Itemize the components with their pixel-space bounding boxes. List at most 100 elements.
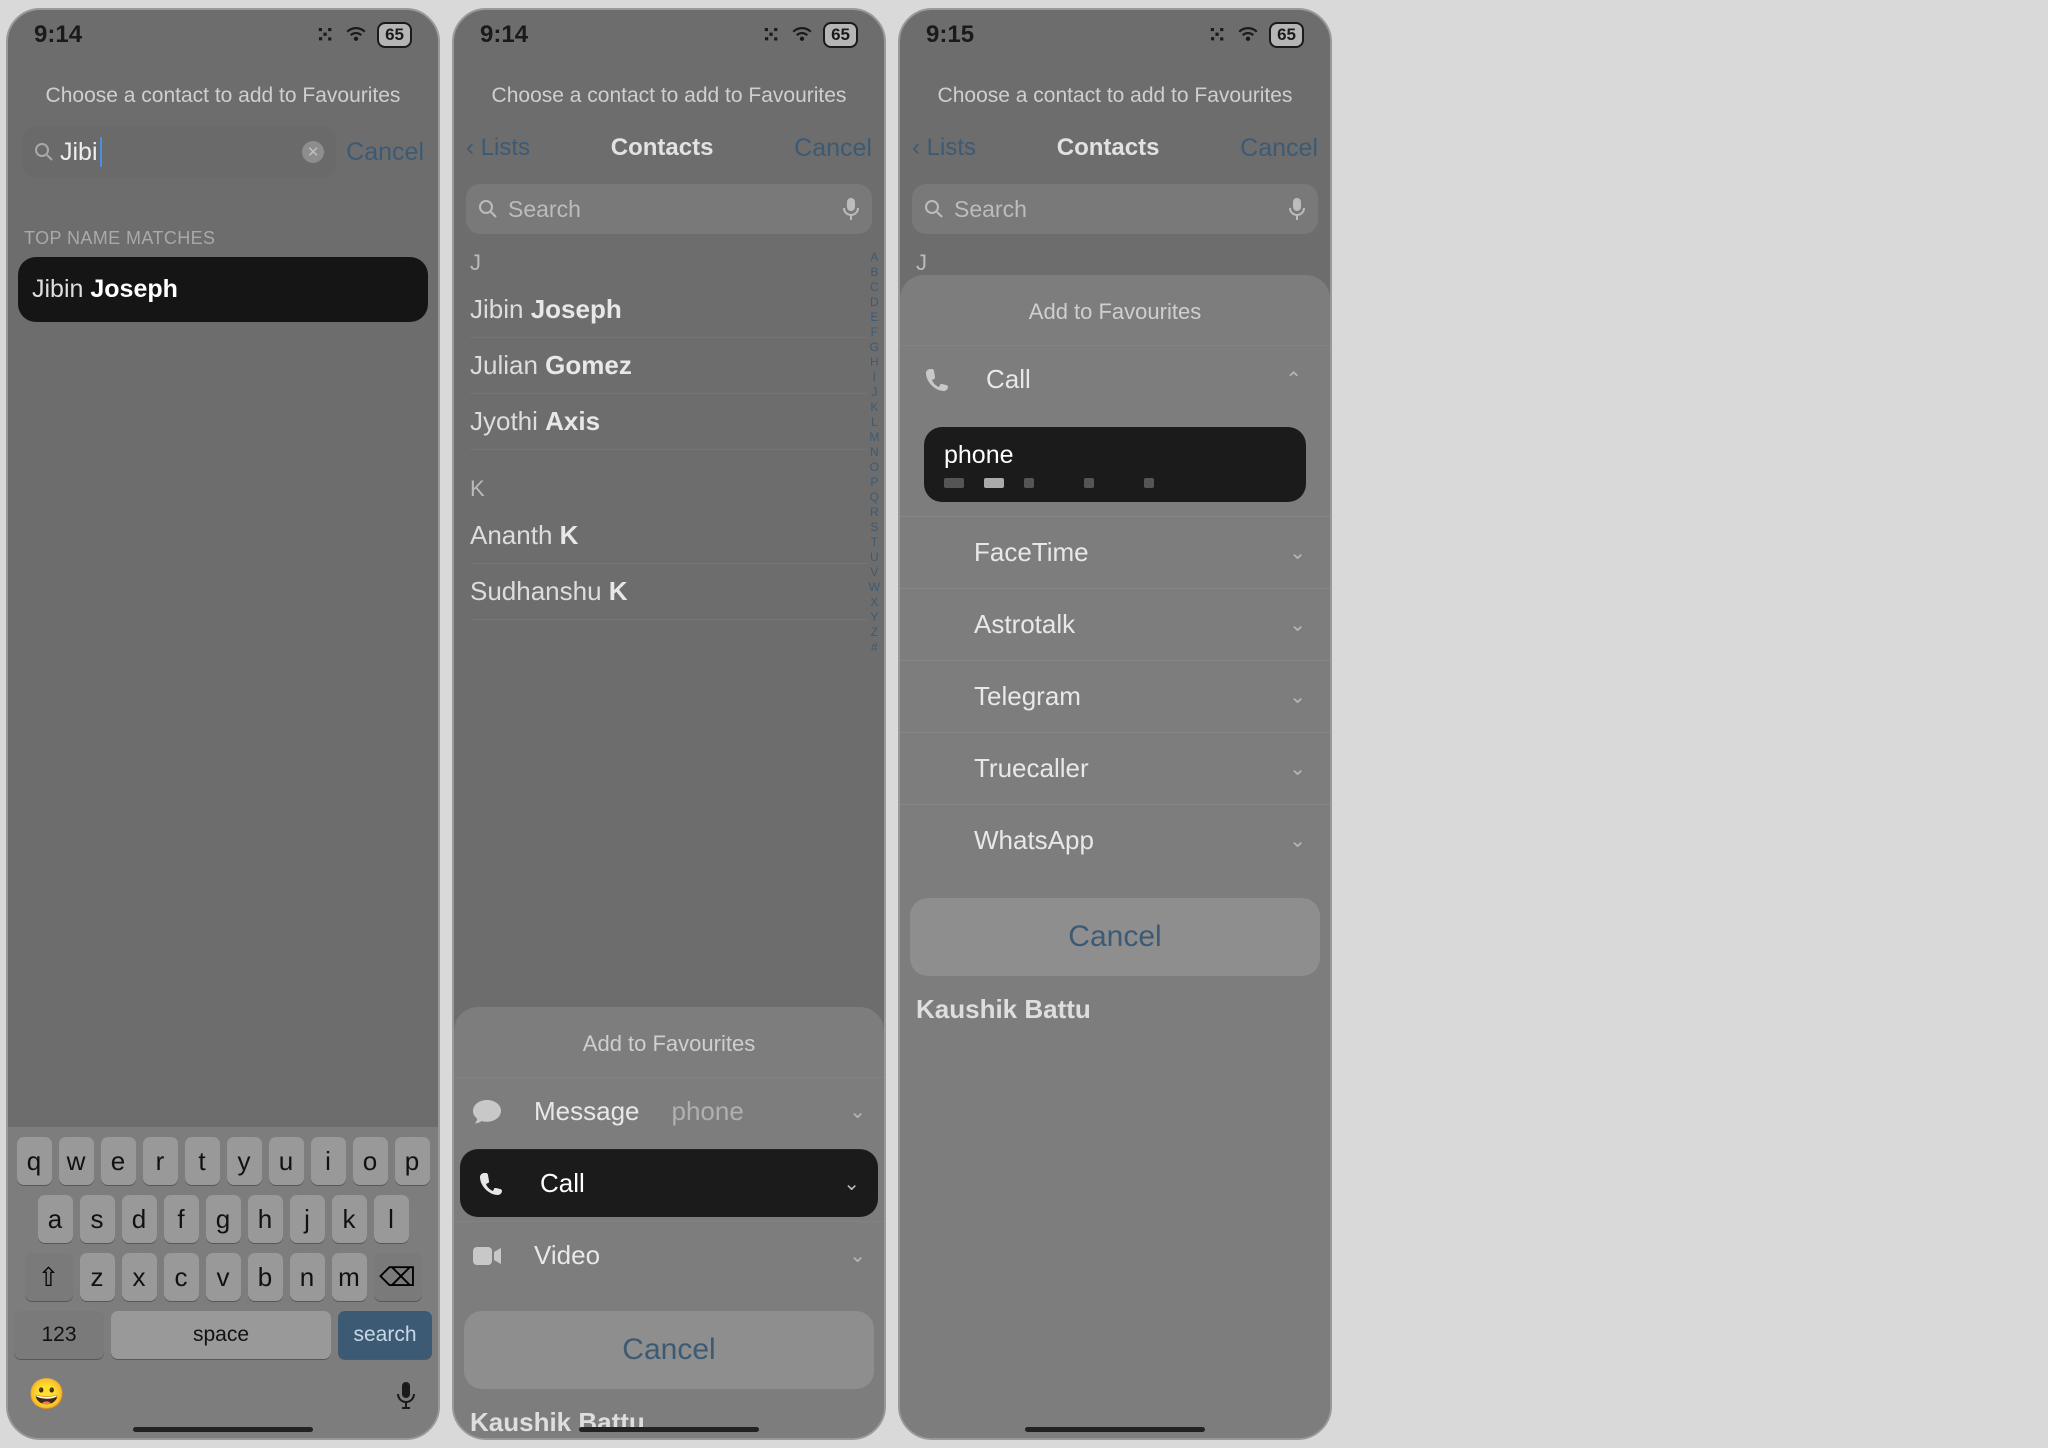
search-key[interactable]: search bbox=[338, 1311, 432, 1359]
dictation-icon[interactable] bbox=[394, 1380, 418, 1410]
key-b[interactable]: b bbox=[248, 1253, 283, 1301]
key-q[interactable]: q bbox=[17, 1137, 52, 1185]
search-placeholder: Search bbox=[508, 196, 581, 223]
contact-row[interactable]: Ananth K bbox=[470, 508, 868, 564]
contact-row[interactable]: Sudhanshu K bbox=[470, 564, 868, 620]
back-button[interactable]: ‹ Lists bbox=[912, 134, 976, 162]
emoji-icon[interactable]: 😀 bbox=[28, 1377, 65, 1412]
key-h[interactable]: h bbox=[248, 1195, 283, 1243]
cancel-button[interactable]: Cancel bbox=[346, 138, 424, 167]
call-row[interactable]: Call ⌃ bbox=[900, 345, 1330, 413]
home-indicator[interactable] bbox=[133, 1427, 313, 1432]
dictation-icon[interactable] bbox=[1288, 197, 1306, 221]
wifi-icon bbox=[1237, 27, 1259, 43]
dictation-icon[interactable] bbox=[842, 197, 860, 221]
key-j[interactable]: j bbox=[290, 1195, 325, 1243]
provider-telegram[interactable]: Telegram⌄ bbox=[900, 660, 1330, 732]
key-m[interactable]: m bbox=[332, 1253, 367, 1301]
phone-icon bbox=[924, 367, 958, 393]
contact-row[interactable]: Jibin Joseph bbox=[470, 282, 868, 338]
key-t[interactable]: t bbox=[185, 1137, 220, 1185]
cellular-icon: ⁙ bbox=[761, 21, 781, 50]
wifi-icon bbox=[791, 27, 813, 43]
redacted-number bbox=[944, 478, 1286, 488]
search-result[interactable]: Jibin Joseph bbox=[18, 257, 428, 322]
keyboard: qwertyuiop asdfghjkl ⇧ zxcvbnm ⌫ 123 spa… bbox=[8, 1127, 438, 1438]
kb-row-2: asdfghjkl bbox=[14, 1195, 432, 1243]
video-row[interactable]: Video ⌄ bbox=[454, 1221, 884, 1289]
call-providers: FaceTime⌄ Astrotalk⌄ Telegram⌄ Truecalle… bbox=[900, 516, 1330, 876]
battery-icon: 65 bbox=[1269, 22, 1304, 48]
key-i[interactable]: i bbox=[311, 1137, 346, 1185]
status-bar: 9:14 ⁙ 65 bbox=[454, 10, 884, 60]
search-value: Jibi bbox=[60, 138, 98, 167]
home-indicator[interactable] bbox=[579, 1427, 759, 1432]
sheet-cancel-button[interactable]: Cancel bbox=[464, 1311, 874, 1389]
contact-row[interactable]: Jyothi Axis bbox=[470, 394, 868, 450]
sheet-header: Add to Favourites bbox=[900, 299, 1330, 325]
key-v[interactable]: v bbox=[206, 1253, 241, 1301]
key-r[interactable]: r bbox=[143, 1137, 178, 1185]
call-row[interactable]: Call ⌄ bbox=[460, 1149, 878, 1217]
chevron-down-icon: ⌄ bbox=[1289, 756, 1330, 781]
key-p[interactable]: p bbox=[395, 1137, 430, 1185]
key-e[interactable]: e bbox=[101, 1137, 136, 1185]
status-bar: 9:15 ⁙ 65 bbox=[900, 10, 1330, 60]
clock: 9:14 bbox=[34, 21, 82, 49]
chevron-down-icon: ⌄ bbox=[1289, 540, 1330, 565]
key-x[interactable]: x bbox=[122, 1253, 157, 1301]
shift-key[interactable]: ⇧ bbox=[25, 1253, 73, 1301]
space-key[interactable]: space bbox=[111, 1311, 331, 1359]
key-g[interactable]: g bbox=[206, 1195, 241, 1243]
provider-astrotalk[interactable]: Astrotalk⌄ bbox=[900, 588, 1330, 660]
chevron-down-icon: ⌄ bbox=[849, 1243, 866, 1268]
backspace-key[interactable]: ⌫ bbox=[374, 1253, 422, 1301]
alpha-index[interactable]: ABCDEFGHIJKLMNOPQRSTUVWXYZ# bbox=[869, 250, 880, 655]
provider-facetime[interactable]: FaceTime⌄ bbox=[900, 516, 1330, 588]
home-indicator[interactable] bbox=[1025, 1427, 1205, 1432]
chevron-down-icon: ⌄ bbox=[843, 1171, 860, 1196]
key-s[interactable]: s bbox=[80, 1195, 115, 1243]
sheet-cancel-button[interactable]: Cancel bbox=[910, 898, 1320, 976]
search-placeholder: Search bbox=[954, 196, 1027, 223]
cancel-button[interactable]: Cancel bbox=[1240, 134, 1318, 163]
cancel-button[interactable]: Cancel bbox=[794, 134, 872, 163]
key-y[interactable]: y bbox=[227, 1137, 262, 1185]
key-k[interactable]: k bbox=[332, 1195, 367, 1243]
back-button[interactable]: ‹ Lists bbox=[466, 134, 530, 162]
provider-whatsapp[interactable]: WhatsApp⌄ bbox=[900, 804, 1330, 876]
search-input[interactable]: Search bbox=[912, 184, 1318, 234]
numbers-key[interactable]: 123 bbox=[14, 1311, 104, 1359]
key-c[interactable]: c bbox=[164, 1253, 199, 1301]
message-row[interactable]: Message phone ⌄ bbox=[454, 1077, 884, 1145]
section-J: J bbox=[454, 244, 884, 282]
page-title: Contacts bbox=[611, 134, 714, 162]
search-input[interactable]: Search bbox=[466, 184, 872, 234]
contact-row[interactable]: Julian Gomez bbox=[470, 338, 868, 394]
favourites-sheet: Add to Favourites Message phone ⌄ Call ⌄… bbox=[454, 1007, 884, 1438]
provider-truecaller[interactable]: Truecaller⌄ bbox=[900, 732, 1330, 804]
kb-row-3-keys: zxcvbnm bbox=[80, 1253, 367, 1301]
key-a[interactable]: a bbox=[38, 1195, 73, 1243]
key-f[interactable]: f bbox=[164, 1195, 199, 1243]
chevron-down-icon: ⌄ bbox=[849, 1099, 866, 1124]
kb-row-3: ⇧ zxcvbnm ⌫ bbox=[14, 1253, 432, 1301]
key-z[interactable]: z bbox=[80, 1253, 115, 1301]
key-w[interactable]: w bbox=[59, 1137, 94, 1185]
message-icon bbox=[472, 1098, 506, 1126]
call-phone-option[interactable]: phone bbox=[924, 427, 1306, 502]
key-n[interactable]: n bbox=[290, 1253, 325, 1301]
key-d[interactable]: d bbox=[122, 1195, 157, 1243]
screen-search: 9:14 ⁙ 65 Choose a contact to add to Fav… bbox=[6, 8, 440, 1440]
key-u[interactable]: u bbox=[269, 1137, 304, 1185]
key-l[interactable]: l bbox=[374, 1195, 409, 1243]
sheet-header: Add to Favourites bbox=[454, 1031, 884, 1057]
key-o[interactable]: o bbox=[353, 1137, 388, 1185]
page-title: Contacts bbox=[1057, 134, 1160, 162]
chevron-down-icon: ⌄ bbox=[1289, 828, 1330, 853]
search-icon bbox=[478, 199, 498, 219]
clear-icon[interactable]: ✕ bbox=[302, 141, 324, 163]
search-input[interactable]: Jibi ✕ bbox=[22, 126, 336, 178]
contacts-J: Jibin Joseph Julian Gomez Jyothi Axis bbox=[454, 282, 884, 450]
chevron-down-icon: ⌄ bbox=[1289, 612, 1330, 637]
